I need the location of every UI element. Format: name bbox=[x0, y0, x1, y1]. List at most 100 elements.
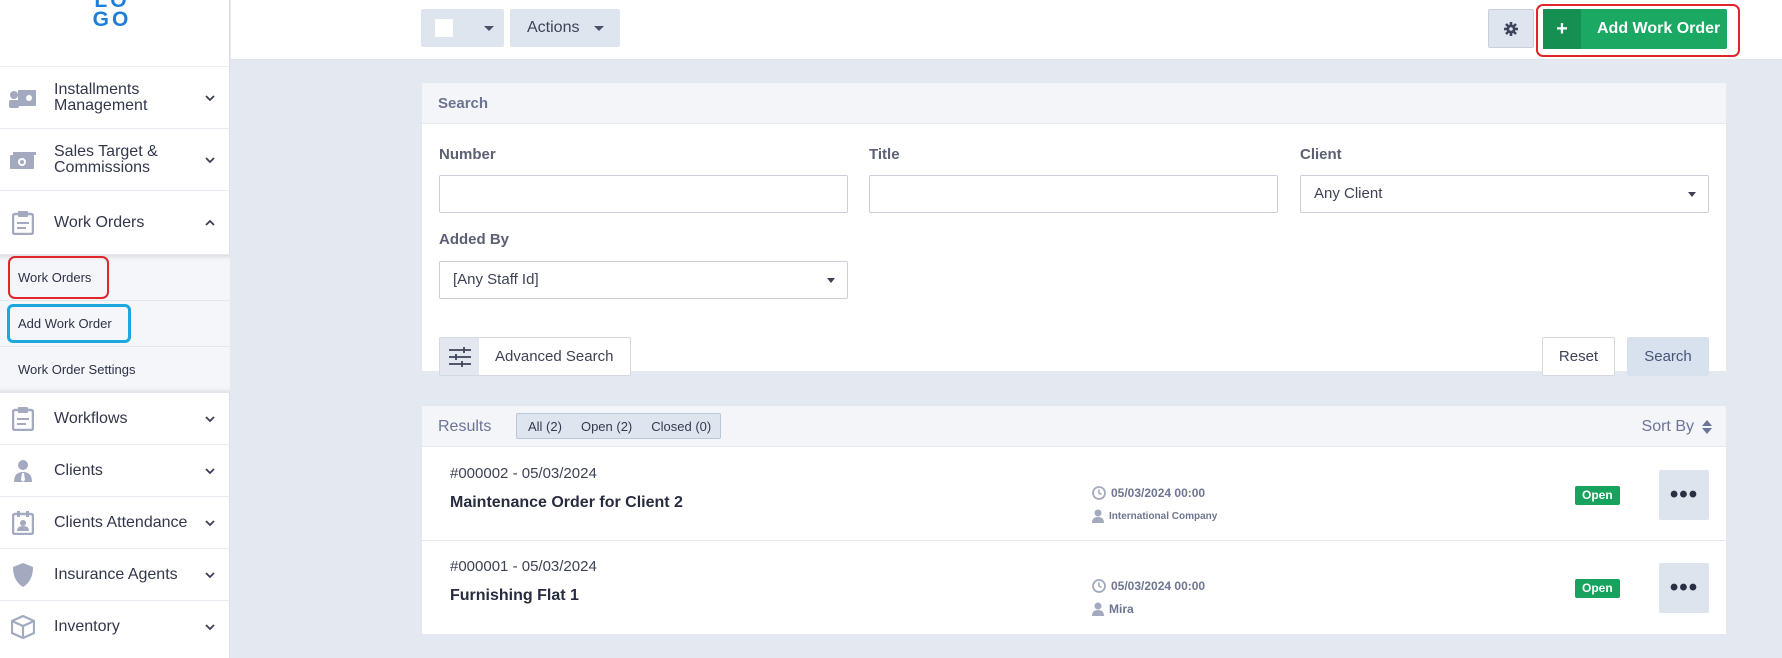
added-by-select-value: [Any Staff Id] bbox=[453, 271, 539, 288]
added-by-label: Added By bbox=[439, 231, 510, 248]
actions-label: Actions bbox=[527, 19, 580, 36]
submenu-item-work-order-settings[interactable]: Work Order Settings bbox=[0, 347, 230, 393]
clock-icon bbox=[1092, 486, 1106, 500]
work-order-number: #000002 - 05/03/2024 bbox=[450, 465, 597, 482]
id-card-icon bbox=[9, 85, 37, 111]
calendar-user-icon bbox=[9, 510, 37, 536]
search-button[interactable]: Search bbox=[1627, 337, 1709, 376]
user-icon bbox=[1092, 509, 1104, 523]
tab-closed[interactable]: Closed (0) bbox=[640, 414, 720, 438]
sidebar-item-label: Inventory bbox=[54, 618, 120, 635]
caret-down-icon bbox=[827, 278, 835, 283]
select-all-checkbox[interactable] bbox=[435, 19, 453, 37]
gear-icon bbox=[1504, 21, 1518, 36]
caret-down-icon bbox=[594, 26, 604, 31]
clipboard-icon bbox=[9, 210, 37, 236]
select-all-dropdown[interactable] bbox=[421, 9, 504, 47]
results-header: Results All (2) Open (2) Closed (0) Sort… bbox=[422, 406, 1726, 447]
chevron-up-icon bbox=[205, 219, 215, 226]
work-order-datetime: 05/03/2024 00:00 bbox=[1092, 486, 1205, 500]
actions-dropdown[interactable]: Actions bbox=[510, 9, 620, 47]
search-panel: Search Number Title Client Any Client Ad… bbox=[421, 82, 1727, 376]
work-order-number: #000001 - 05/03/2024 bbox=[450, 558, 597, 575]
results-title: Results bbox=[438, 418, 492, 435]
more-icon: ••• bbox=[1669, 574, 1699, 601]
chevron-down-icon bbox=[205, 571, 215, 578]
status-badge: Open bbox=[1575, 579, 1620, 598]
chevron-down-icon bbox=[205, 94, 215, 101]
sidebar-item-label: Work Orders bbox=[54, 213, 145, 231]
chevron-down-icon bbox=[205, 467, 215, 474]
sidebar-item-work-orders[interactable]: Work Orders bbox=[0, 191, 230, 255]
datetime-text: 05/03/2024 00:00 bbox=[1111, 486, 1206, 500]
user-icon bbox=[1092, 602, 1104, 616]
added-by-select[interactable]: [Any Staff Id] bbox=[439, 261, 848, 299]
table-row[interactable]: #000002 - 05/03/2024 Maintenance Order f… bbox=[422, 448, 1726, 541]
search-panel-title: Search bbox=[422, 83, 1726, 124]
number-label: Number bbox=[439, 146, 496, 163]
sidebar-item-label: Clients Attendance bbox=[54, 513, 188, 531]
highlight-box bbox=[7, 304, 131, 343]
advanced-search-button[interactable]: Advanced Search bbox=[439, 337, 631, 376]
chevron-down-icon bbox=[205, 624, 215, 631]
sidebar-item-sales-target[interactable]: Sales Target & Commissions bbox=[0, 129, 230, 191]
sidebar-item-clients-attendance[interactable]: Clients Attendance bbox=[0, 497, 230, 549]
settings-button[interactable] bbox=[1488, 9, 1534, 48]
caret-down-icon bbox=[1688, 192, 1696, 197]
sidebar-item-installments[interactable]: Installments Management bbox=[0, 67, 230, 129]
more-actions-button[interactable]: ••• bbox=[1659, 470, 1709, 520]
sidebar-item-label: Workflows bbox=[54, 409, 128, 427]
tab-open[interactable]: Open (2) bbox=[570, 414, 640, 438]
results-filter-tabs: All (2) Open (2) Closed (0) bbox=[516, 413, 722, 439]
sidebar-item-inventory[interactable]: Inventory bbox=[0, 601, 230, 653]
caret-down-icon bbox=[484, 26, 494, 31]
chevron-down-icon bbox=[205, 156, 215, 163]
sidebar-item-workflows[interactable]: Workflows bbox=[0, 393, 230, 445]
table-row[interactable]: #000001 - 05/03/2024 Furnishing Flat 1 0… bbox=[422, 541, 1726, 634]
chevron-down-icon bbox=[205, 519, 215, 526]
sidebar-item-clients[interactable]: Clients bbox=[0, 445, 230, 497]
work-order-datetime: 05/03/2024 00:00 bbox=[1092, 579, 1205, 593]
sidebar-item-label: Clients bbox=[54, 461, 103, 479]
client-select[interactable]: Any Client bbox=[1300, 175, 1709, 213]
title-label: Title bbox=[869, 146, 900, 163]
sidebar-item-label: Sales Target & Commissions bbox=[54, 142, 158, 176]
highlight-box bbox=[1536, 4, 1740, 57]
user-tie-icon bbox=[9, 458, 37, 484]
results-panel: Results All (2) Open (2) Closed (0) Sort… bbox=[421, 405, 1727, 635]
sidebar-item-label: Installments Management bbox=[54, 80, 148, 114]
status-badge: Open bbox=[1575, 486, 1620, 505]
sort-by-label: Sort By bbox=[1641, 418, 1694, 435]
more-actions-button[interactable]: ••• bbox=[1659, 563, 1709, 613]
client-select-value: Any Client bbox=[1314, 185, 1383, 202]
number-input[interactable] bbox=[439, 175, 848, 213]
sidebar-item-label: Insurance Agents bbox=[54, 565, 178, 583]
datetime-text: 05/03/2024 00:00 bbox=[1111, 579, 1206, 593]
money-icon bbox=[9, 147, 37, 173]
reset-button[interactable]: Reset bbox=[1542, 337, 1615, 376]
shield-icon bbox=[9, 562, 37, 588]
client-name: International Company bbox=[1109, 510, 1218, 522]
clipboard-icon bbox=[9, 406, 37, 432]
clock-icon bbox=[1092, 579, 1106, 593]
title-input[interactable] bbox=[869, 175, 1278, 213]
logo[interactable]: LO GO bbox=[0, 0, 229, 66]
box-icon bbox=[9, 614, 37, 640]
sidebar: LO GO Installments Management Sales Targe… bbox=[0, 0, 230, 658]
sidebar-item-insurance-agents[interactable]: Insurance Agents bbox=[0, 549, 230, 601]
logo-text: LO GO bbox=[92, 0, 132, 31]
work-order-title[interactable]: Maintenance Order for Client 2 bbox=[450, 494, 683, 512]
work-order-title[interactable]: Furnishing Flat 1 bbox=[450, 587, 579, 605]
advanced-search-label: Advanced Search bbox=[495, 348, 614, 365]
work-order-client: International Company bbox=[1092, 509, 1217, 523]
sort-icon bbox=[1702, 419, 1712, 434]
more-icon: ••• bbox=[1669, 481, 1699, 508]
chevron-down-icon bbox=[205, 415, 215, 422]
work-order-client: Mira bbox=[1092, 602, 1134, 616]
sort-by-button[interactable]: Sort By bbox=[1642, 418, 1712, 436]
highlight-box bbox=[8, 256, 109, 299]
tab-all[interactable]: All (2) bbox=[517, 414, 570, 438]
client-label: Client bbox=[1300, 146, 1342, 163]
client-name: Mira bbox=[1109, 602, 1134, 616]
submenu-label: Work Order Settings bbox=[18, 362, 136, 377]
